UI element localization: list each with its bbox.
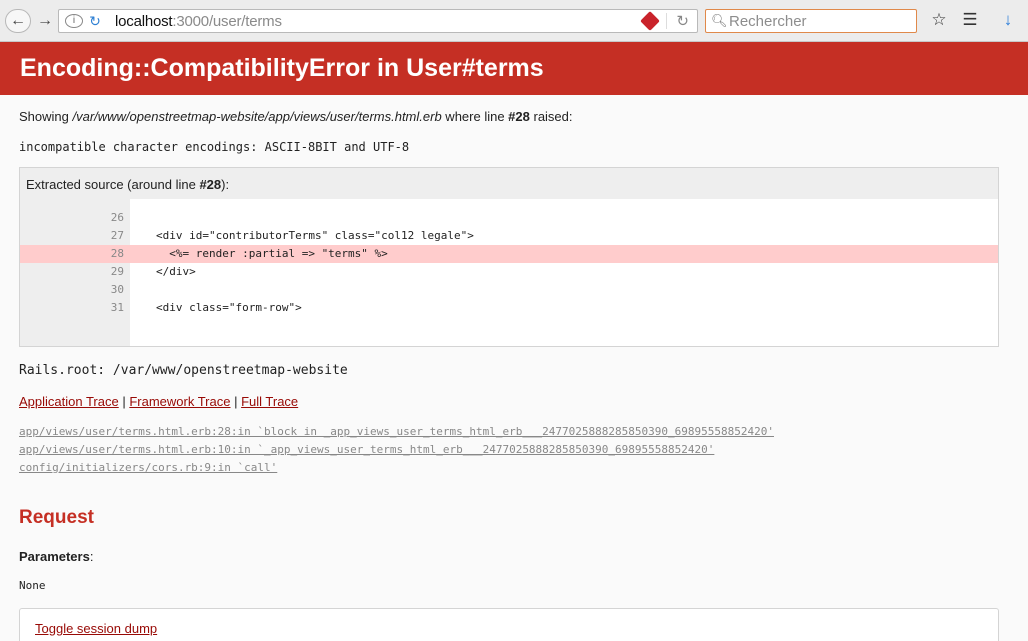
arrow-right-icon: → (37, 12, 53, 29)
showing-line: Showing /var/www/openstreetmap-website/a… (19, 109, 573, 124)
framework-trace-link[interactable]: Framework Trace (129, 394, 230, 409)
line-code: <%= render :partial => "terms" %> (156, 247, 388, 260)
showing-suffix: raised: (529, 109, 573, 124)
search-input[interactable] (729, 12, 909, 30)
source-heading: Extracted source (around line #28): (26, 177, 229, 192)
download-icon[interactable]: ↓ (997, 10, 1019, 30)
source-code: 26 27 <div id="contributorTerms" class="c… (20, 199, 998, 346)
source-line: 26 (20, 209, 998, 227)
back-button[interactable]: ← (5, 9, 31, 33)
source-line: 29 </div> (20, 263, 998, 281)
full-trace-link[interactable]: Full Trace (241, 394, 298, 409)
application-trace: app/views/user/terms.html.erb:28:in `blo… (19, 423, 774, 477)
line-code: <div id="contributorTerms" class="col12 … (156, 229, 474, 242)
source-line: 27 <div id="contributorTerms" class="col1… (20, 227, 998, 245)
url-path: :3000/user/terms (172, 12, 282, 30)
line-num: 29 (110, 265, 124, 278)
request-heading: Request (19, 507, 94, 528)
trace-tabs: Application Trace | Framework Trace | Fu… (19, 394, 298, 409)
line-code: <div class="form-row"> (156, 301, 302, 314)
parameters-label-text: Parameters (19, 549, 90, 564)
search-icon: 🔍︎ (711, 13, 728, 28)
page-title: Encoding::CompatibilityError in User#ter… (20, 54, 544, 82)
source-line: 31 <div class="form-row"> (20, 299, 998, 317)
line-num: 27 (110, 229, 124, 242)
error-message: incompatible character encodings: ASCII-… (19, 140, 410, 154)
info-icon[interactable]: i (65, 14, 83, 28)
line-code: </div> (156, 265, 196, 278)
source-head-prefix: Extracted source (around line (26, 177, 200, 192)
parameters-value: None (19, 579, 46, 592)
search-bar[interactable]: 🔍︎ (705, 9, 917, 33)
source-head-line: #28 (199, 177, 222, 192)
trace-line[interactable]: app/views/user/terms.html.erb:28:in `blo… (19, 423, 774, 441)
error-header: Encoding::CompatibilityError in User#ter… (0, 42, 1028, 95)
page-reload-icon: ↻ (89, 12, 101, 29)
source-line: 30 (20, 281, 998, 299)
parameters-label: Parameters: (19, 549, 93, 564)
source-line-highlighted: 28 <%= render :partial => "terms" %> (20, 245, 998, 263)
line-number: #28 (508, 109, 530, 124)
url-separator (666, 13, 667, 29)
session-dump-box: Toggle session dump (19, 608, 999, 641)
url-host: localhost (115, 12, 173, 30)
url-bar[interactable]: i ↻ localhost:3000/user/terms ↻ (58, 9, 698, 33)
showing-prefix: Showing (19, 109, 73, 124)
trace-separator: | (118, 394, 130, 409)
url-text[interactable]: localhost:3000/user/terms (115, 13, 282, 30)
bookmark-star-icon[interactable]: ☆ (928, 10, 950, 30)
parameters-colon: : (89, 549, 94, 564)
reload-icon[interactable]: ↻ (676, 12, 689, 30)
browser-toolbar: ← → i ↻ localhost:3000/user/terms ↻ 🔍︎ ☆… (0, 0, 1028, 42)
trace-separator: | (230, 394, 242, 409)
ruby-icon[interactable] (640, 11, 660, 31)
template-path: /var/www/openstreetmap-website/app/views… (72, 109, 442, 124)
extracted-source: Extracted source (around line #28): 26 2… (19, 167, 999, 347)
showing-mid: where line (441, 109, 509, 124)
reading-list-icon[interactable]: ☰ (959, 10, 981, 30)
line-num: 30 (110, 283, 124, 296)
source-head-suffix: ): (221, 177, 230, 192)
forward-button[interactable]: → (34, 9, 56, 33)
arrow-left-icon: ← (10, 12, 26, 29)
trace-line[interactable]: config/initializers/cors.rb:9:in `call' (19, 459, 774, 477)
line-num: 26 (110, 211, 124, 224)
trace-line[interactable]: app/views/user/terms.html.erb:10:in `_ap… (19, 441, 774, 459)
application-trace-link[interactable]: Application Trace (19, 394, 119, 409)
toggle-session-dump-link[interactable]: Toggle session dump (35, 621, 157, 636)
line-num: 31 (110, 301, 124, 314)
line-num: 28 (20, 245, 124, 263)
rails-root: Rails.root: /var/www/openstreetmap-websi… (19, 363, 348, 378)
